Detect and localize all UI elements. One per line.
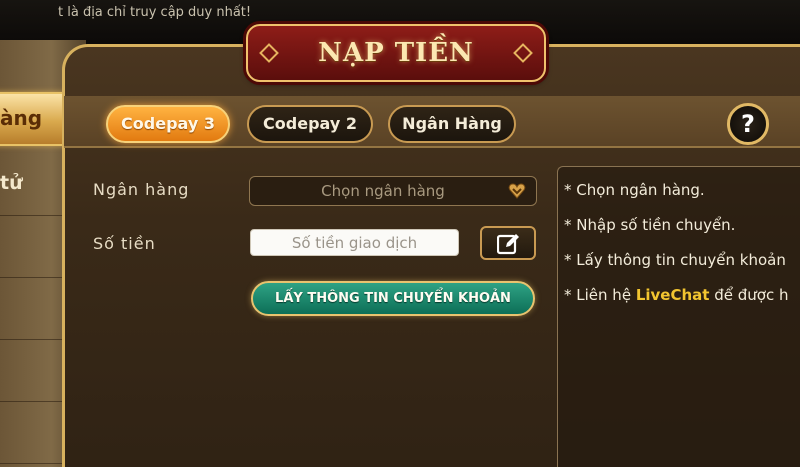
- tab-codepay-2[interactable]: Codepay 2: [247, 105, 373, 143]
- heart-chevron-icon: [508, 183, 526, 199]
- instructions-panel: * Chọn ngân hàng. * Nhập số tiền chuyển.…: [557, 166, 800, 467]
- edit-button[interactable]: [480, 226, 536, 260]
- amount-input[interactable]: [250, 229, 459, 256]
- instruction-prefix: Liên hệ: [576, 286, 636, 304]
- instruction-item: * Chọn ngân hàng.: [564, 181, 788, 216]
- bullet: *: [564, 286, 572, 304]
- title-plate: NẠP TIỀN: [246, 24, 546, 82]
- livechat-link[interactable]: LiveChat: [636, 286, 710, 304]
- bank-select-value: Chọn ngân hàng: [321, 182, 445, 200]
- get-transfer-info-button[interactable]: LẤY THÔNG TIN CHUYỂN KHOẢN: [251, 281, 535, 316]
- sidebar-item-label: tử: [0, 172, 23, 194]
- bullet: *: [564, 251, 572, 269]
- help-button[interactable]: ?: [727, 103, 769, 145]
- edit-pencil-icon: [497, 234, 519, 255]
- instruction-text: Lấy thông tin chuyển khoản: [576, 251, 786, 269]
- page-title: NẠP TIỀN: [318, 38, 474, 68]
- amount-label: Số tiền: [93, 234, 156, 253]
- tab-codepay-3[interactable]: Codepay 3: [106, 105, 230, 143]
- bullet: *: [564, 216, 572, 234]
- announcement-marquee: t là địa chỉ truy cập duy nhất!: [58, 5, 252, 20]
- sidebar-item-label: àng: [0, 106, 43, 130]
- bank-label: Ngân hàng: [93, 180, 190, 199]
- tab-ngan-hang[interactable]: Ngân Hàng: [388, 105, 516, 143]
- question-icon: ?: [741, 110, 755, 138]
- instruction-item: * Liên hệ LiveChat để được h: [564, 286, 788, 321]
- instruction-suffix: để được h: [709, 286, 789, 304]
- instruction-text: Chọn ngân hàng.: [576, 181, 705, 199]
- bank-select[interactable]: Chọn ngân hàng: [249, 176, 537, 206]
- instruction-item: * Lấy thông tin chuyển khoản: [564, 251, 788, 286]
- instruction-item: * Nhập số tiền chuyển.: [564, 216, 788, 251]
- instruction-text: Nhập số tiền chuyển.: [576, 216, 736, 234]
- bullet: *: [564, 181, 572, 199]
